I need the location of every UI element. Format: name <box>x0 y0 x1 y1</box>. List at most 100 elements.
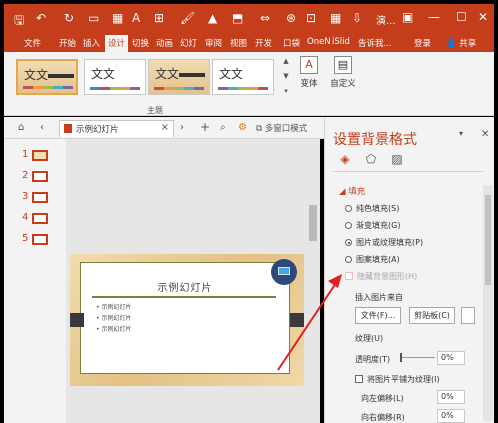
tab-file[interactable]: 文件 <box>24 37 41 49</box>
radio-icon[interactable] <box>345 205 352 212</box>
pane-options-icon[interactable]: ▾ <box>459 129 463 138</box>
fill-bucket-icon[interactable]: ◈ <box>337 152 353 166</box>
chevron-up-icon[interactable]: ▲ <box>280 57 292 69</box>
arrange-icon[interactable]: ⊛ <box>286 11 296 25</box>
file-button[interactable]: 文件(F)... <box>355 307 401 324</box>
pane-scrollbar-thumb[interactable] <box>485 195 491 285</box>
slideshow-icon[interactable]: ▭ <box>88 11 99 25</box>
close-tab-icon[interactable]: × <box>161 122 169 133</box>
shapes-icon[interactable]: ⬒ <box>232 11 243 25</box>
minimize-icon[interactable]: — <box>428 10 440 24</box>
pattern-fill-label: 图案填充(A) <box>356 255 400 264</box>
paint-icon[interactable]: 🖌 <box>180 11 195 25</box>
chevron-left-icon[interactable]: ‹ <box>40 122 44 133</box>
transparency-slider[interactable] <box>400 353 435 362</box>
picture-fill-option[interactable]: 图片或纹理填充(P) <box>345 237 423 248</box>
sign-in-link[interactable]: 登录 <box>414 37 431 49</box>
close-icon[interactable]: ✕ <box>481 129 489 140</box>
slide-title[interactable]: 示例幻灯片 <box>80 279 290 294</box>
effects-pentagon-icon[interactable]: ⬠ <box>363 152 379 166</box>
gallery-more-icon[interactable]: ▾ <box>280 87 292 99</box>
undo-icon[interactable]: ↶ <box>36 11 46 25</box>
pane-scrollbar[interactable] <box>483 185 493 421</box>
variants-button[interactable]: A 变体 <box>294 56 324 89</box>
slide-number: 2 <box>22 170 29 181</box>
checkbox-icon[interactable] <box>355 375 363 383</box>
tab-onenote[interactable]: OneN <box>307 37 331 47</box>
gradient-fill-option[interactable]: 渐变填充(G) <box>345 220 400 231</box>
slide-bullet[interactable]: • 示例幻灯片 <box>96 302 131 311</box>
slider-handle[interactable] <box>400 353 402 362</box>
home-icon[interactable]: ⌂ <box>18 122 24 133</box>
transparency-input[interactable]: 0% <box>437 351 465 365</box>
theme-thumbnail-3[interactable]: 文文 <box>148 59 210 95</box>
slide-number: 3 <box>22 191 29 202</box>
color-icon[interactable]: ▦ <box>330 11 341 25</box>
more-icon[interactable]: ⇩ <box>352 11 362 25</box>
offset-right-input[interactable]: 0% <box>437 409 465 423</box>
theme-thumbnail-4[interactable]: 文文 <box>212 59 274 95</box>
fill-section-header[interactable]: ◢ 填充 <box>339 185 365 197</box>
offset-left-input[interactable]: 0% <box>437 390 465 404</box>
checkbox-icon[interactable] <box>345 272 353 280</box>
transparency-label: 透明度(T) <box>355 355 391 364</box>
tell-me-search[interactable]: 告诉我... <box>358 37 392 49</box>
text-icon[interactable]: A <box>132 11 140 25</box>
theme-sample-text: 文文 <box>24 68 49 82</box>
find-icon[interactable]: ⌕ <box>220 122 226 133</box>
theme-sample-text: 文文 <box>91 67 116 81</box>
theme-thumbnail-1[interactable]: 文文 <box>16 59 78 95</box>
multiwindow-button[interactable]: ⧉ 多窗口模式 <box>256 122 307 134</box>
monitor-screen <box>278 267 290 275</box>
save-icon[interactable]: 🖫 <box>14 11 24 32</box>
picture-icon[interactable]: ▨ <box>389 152 405 166</box>
hide-background-graphics-option[interactable]: 隐藏背景图形(H) <box>345 271 417 282</box>
tab-view[interactable]: 视图 <box>230 37 247 49</box>
tab-design[interactable]: 设计 <box>105 35 129 52</box>
customize-button[interactable]: ▤ 自定义 <box>328 56 358 89</box>
pattern-fill-option[interactable]: 图案填充(A) <box>345 254 400 265</box>
editor-scrollbar[interactable] <box>306 139 320 423</box>
close-icon[interactable]: ✕ <box>478 10 488 24</box>
theme-thumbnail-2[interactable]: 文文 <box>84 59 146 95</box>
chevron-down-icon[interactable]: ▼ <box>280 72 292 84</box>
new-tab-icon[interactable]: + <box>200 120 210 134</box>
document-tab-label: 示例幻灯片 <box>76 125 119 135</box>
radio-icon[interactable] <box>345 256 352 263</box>
tab-animations[interactable]: 动画 <box>156 37 173 49</box>
tab-insert[interactable]: 插入 <box>83 37 100 49</box>
ribbon-options-icon[interactable]: ▣ <box>402 10 413 24</box>
title-bar: 🖫 ↶ ↻ ▭ ▦ A ⊞ 🖌 ▲ ⬒ ⇔ ⊛ ⊡ ▦ ⇩ 演... ▣ — ☐… <box>4 4 494 34</box>
theme-sample-text: 文文 <box>219 67 244 81</box>
align-icon[interactable]: ⇔ <box>260 11 270 25</box>
slide-thumbnail-box <box>32 213 48 224</box>
solid-fill-option[interactable]: 纯色填充(S) <box>345 203 399 214</box>
tab-pocket[interactable]: 口袋 <box>283 37 300 49</box>
tab-slideshow[interactable]: 幻灯 <box>180 37 197 49</box>
online-button[interactable] <box>461 307 475 324</box>
radio-icon[interactable] <box>345 222 352 229</box>
redo-icon[interactable]: ↻ <box>64 11 74 25</box>
document-tab[interactable]: 示例幻灯片 × <box>59 120 174 137</box>
select-icon[interactable]: ⊡ <box>306 11 316 25</box>
slide-right-tab <box>290 313 304 327</box>
scrollbar-thumb[interactable] <box>309 205 317 241</box>
radio-selected-icon[interactable] <box>345 239 352 246</box>
grid-icon[interactable]: ⊞ <box>154 11 164 25</box>
tab-review[interactable]: 审阅 <box>205 37 222 49</box>
settings-icon[interactable]: ⚙ <box>238 122 247 133</box>
chevron-right-icon[interactable]: › <box>180 122 184 133</box>
tab-islide[interactable]: iSlid <box>332 37 350 47</box>
slide-bullet[interactable]: • 示例幻灯片 <box>96 313 131 322</box>
share-button[interactable]: 👤 共享 <box>446 37 476 49</box>
maximize-icon[interactable]: ☐ <box>456 10 467 24</box>
slide-bullet[interactable]: • 示例幻灯片 <box>96 324 131 333</box>
clipboard-button[interactable]: 剪贴板(C) <box>409 307 455 324</box>
tab-transitions[interactable]: 切换 <box>132 37 149 49</box>
table-icon[interactable]: ▦ <box>112 11 123 25</box>
variants-label: 变体 <box>300 79 318 89</box>
format-icon[interactable]: ▲ <box>208 11 217 25</box>
tab-developer[interactable]: 开发 <box>255 37 272 49</box>
tab-home[interactable]: 开始 <box>59 37 76 49</box>
tile-picture-option[interactable]: 将图片平铺为纹理(I) <box>355 374 440 385</box>
